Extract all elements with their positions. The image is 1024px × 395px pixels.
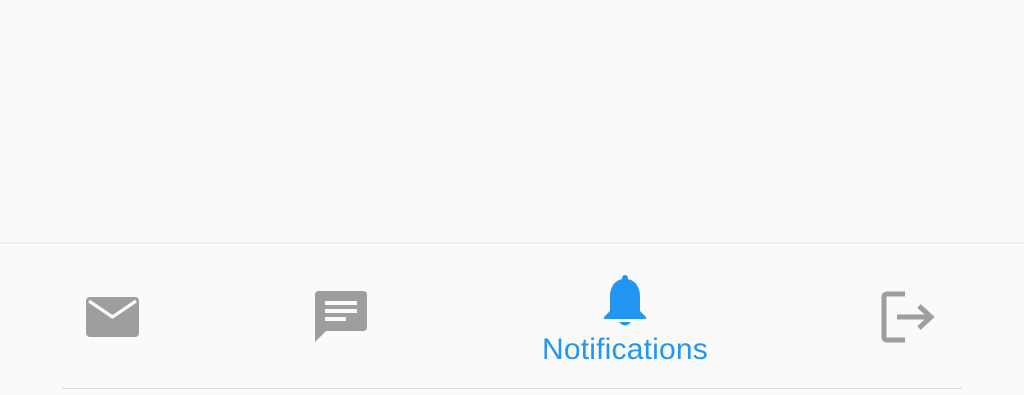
bottom-navigation-bar: Notifications — [0, 242, 1024, 395]
nav-item-notifications-label: Notifications — [541, 333, 708, 366]
chat-icon — [313, 289, 369, 345]
logout-icon — [881, 291, 937, 343]
nav-item-notifications[interactable]: Notifications — [525, 244, 725, 390]
bell-icon — [602, 275, 648, 329]
bottom-divider — [62, 388, 962, 389]
content-area — [0, 0, 1024, 242]
app-screen: Notifications — [0, 0, 1024, 395]
nav-item-logout[interactable] — [809, 244, 1009, 390]
mail-icon — [85, 294, 141, 340]
nav-item-mail[interactable] — [13, 244, 213, 390]
nav-item-messages[interactable] — [241, 244, 441, 390]
